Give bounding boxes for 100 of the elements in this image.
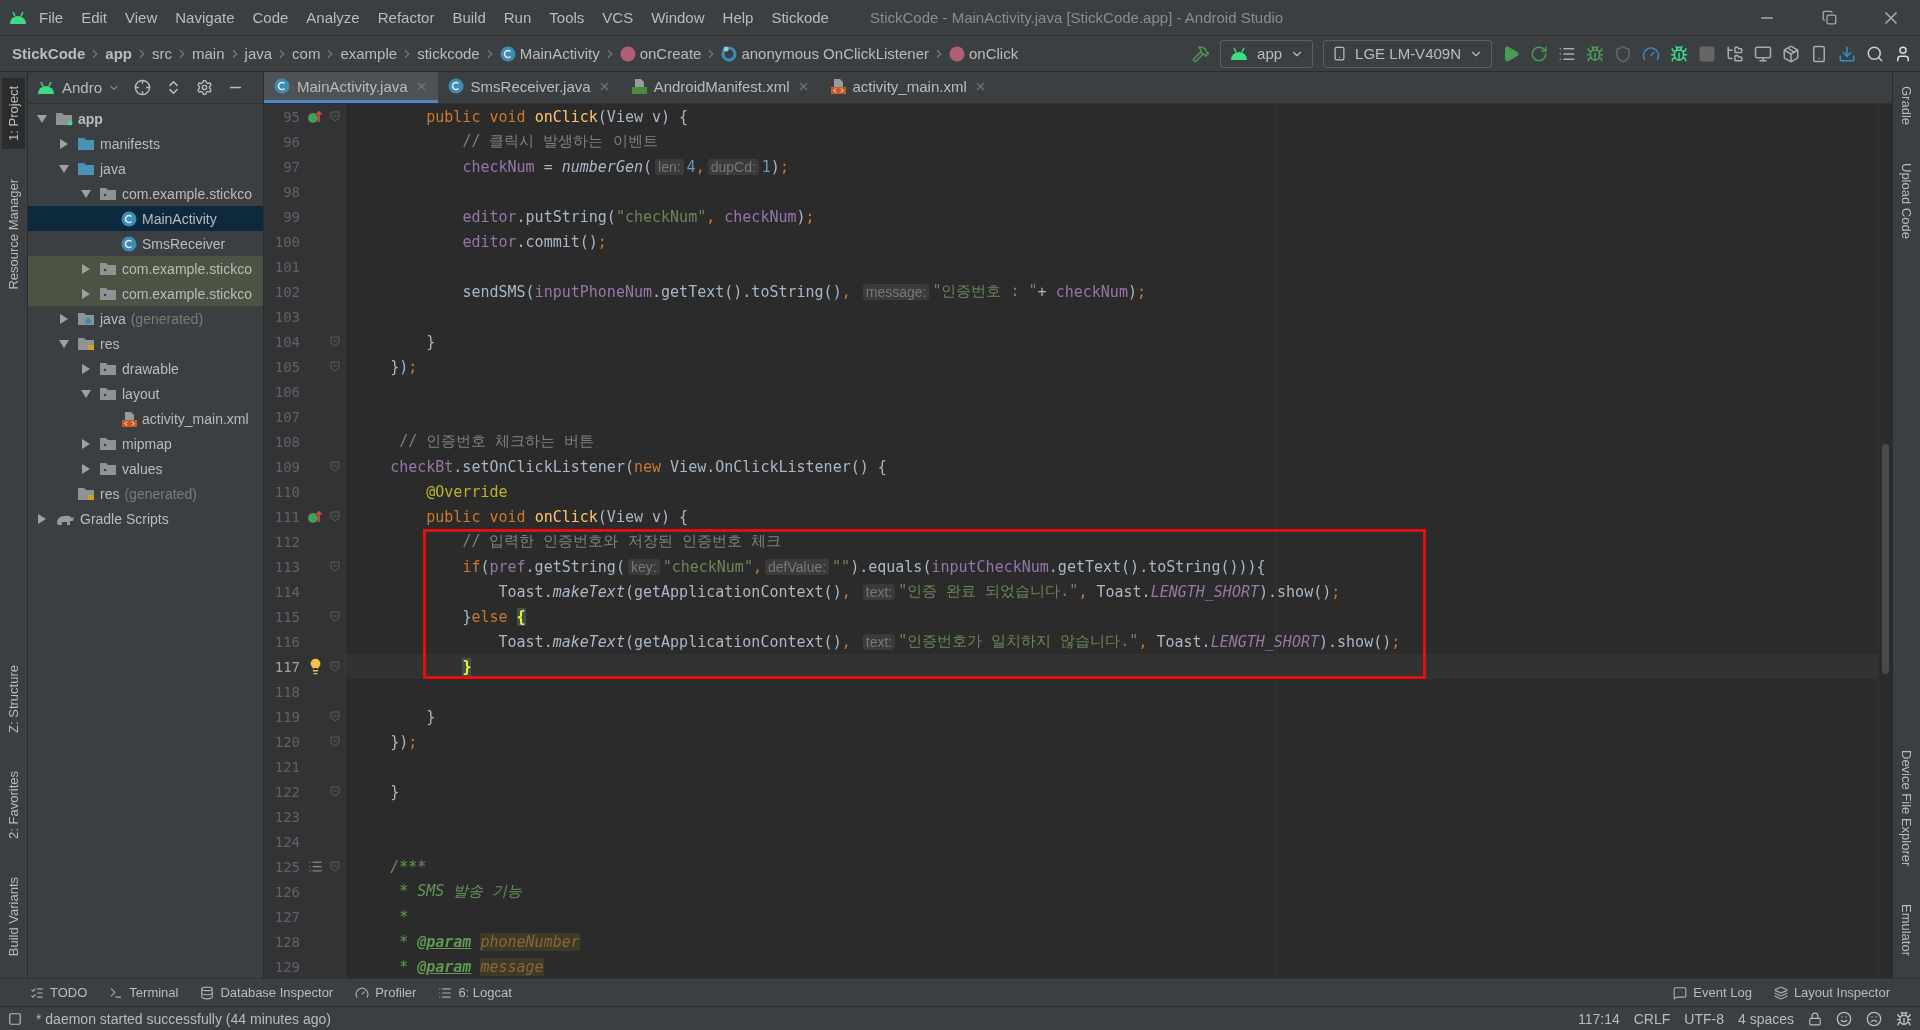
fold-marker-icon[interactable] bbox=[330, 786, 340, 797]
settings-icon[interactable] bbox=[196, 79, 214, 96]
lock-icon[interactable] bbox=[1808, 1011, 1822, 1026]
collapse-arrow-icon[interactable] bbox=[80, 262, 92, 275]
tool-window-button[interactable]: Profiler bbox=[355, 985, 417, 1000]
profiler-icon[interactable] bbox=[1642, 44, 1660, 63]
breadcrumb[interactable]: stickcode bbox=[417, 45, 480, 62]
tool-window-tab[interactable]: Z: Structure bbox=[2, 656, 25, 741]
expand-arrow-icon[interactable] bbox=[58, 162, 70, 175]
menu-item[interactable]: Build bbox=[445, 5, 493, 30]
tool-window-tab[interactable]: Resource Manager bbox=[2, 170, 25, 298]
search-icon[interactable] bbox=[1866, 44, 1884, 63]
editor-tab[interactable]: activity_main.xml bbox=[819, 72, 997, 103]
tree-row[interactable]: SmsReceiver bbox=[28, 231, 263, 256]
status-item[interactable]: CRLF bbox=[1633, 1010, 1671, 1027]
collapse-arrow-icon[interactable] bbox=[58, 312, 70, 325]
fold-marker-icon[interactable] bbox=[330, 861, 340, 872]
device-dropdown[interactable]: LGE LM-V409N bbox=[1323, 39, 1492, 68]
breadcrumb[interactable]: anonymous OnClickListener bbox=[721, 45, 929, 62]
tree-row[interactable]: java bbox=[28, 156, 263, 181]
expand-arrow-icon[interactable] bbox=[36, 112, 48, 125]
tree-row[interactable]: java (generated) bbox=[28, 306, 263, 331]
collapse-arrow-icon[interactable] bbox=[80, 362, 92, 375]
menu-item[interactable]: Navigate bbox=[168, 5, 242, 30]
tree-row[interactable]: com.example.stickco bbox=[28, 281, 263, 306]
menu-item[interactable]: VCS bbox=[595, 5, 641, 30]
tool-window-tab[interactable]: Gradle bbox=[1895, 78, 1918, 134]
documentation-icon[interactable] bbox=[307, 859, 323, 874]
expand-arrow-icon[interactable] bbox=[80, 187, 92, 200]
tool-window-button[interactable]: Layout Inspector bbox=[1773, 985, 1890, 1000]
user-icon[interactable] bbox=[1894, 44, 1912, 63]
tool-window-button[interactable]: Database Inspector bbox=[200, 985, 334, 1000]
fold-marker-icon[interactable] bbox=[330, 661, 340, 672]
tree-row[interactable]: MainActivity bbox=[28, 206, 263, 231]
menu-item[interactable]: Help bbox=[715, 5, 761, 30]
apply-changes-icon[interactable] bbox=[1530, 44, 1548, 63]
tree-row[interactable]: com.example.stickco bbox=[28, 256, 263, 281]
fold-marker-icon[interactable] bbox=[330, 111, 340, 122]
restore-icon[interactable] bbox=[1821, 10, 1837, 25]
tree-row[interactable]: values bbox=[28, 456, 263, 481]
tool-window-tab[interactable]: Emulator bbox=[1895, 895, 1918, 964]
menu-item[interactable]: Code bbox=[245, 5, 296, 30]
tree-row[interactable]: res bbox=[28, 331, 263, 356]
breadcrumb[interactable]: StickCode bbox=[12, 45, 86, 62]
scrollbar-thumb[interactable] bbox=[1882, 444, 1889, 674]
tree-row[interactable]: com.example.stickco bbox=[28, 181, 263, 206]
collapse-arrow-icon[interactable] bbox=[80, 437, 92, 450]
tree-row[interactable]: layout bbox=[28, 381, 263, 406]
project-view-dropdown[interactable]: Andro bbox=[62, 79, 103, 96]
package-icon[interactable] bbox=[1782, 44, 1800, 63]
tree-row[interactable]: manifests bbox=[28, 131, 263, 156]
tool-window-tab[interactable]: Build Variants bbox=[2, 868, 25, 964]
monitor-icon[interactable] bbox=[1754, 44, 1772, 63]
editor-tab[interactable]: SmsReceiver.java bbox=[437, 72, 621, 103]
run-config-dropdown[interactable]: app bbox=[1220, 39, 1314, 68]
breadcrumb[interactable]: src bbox=[152, 45, 173, 62]
editor-tab[interactable]: AndroidManifest.xml bbox=[620, 72, 820, 103]
collapse-arrow-icon[interactable] bbox=[80, 462, 92, 475]
status-item[interactable]: 117:14 bbox=[1577, 1010, 1620, 1027]
frown-icon[interactable] bbox=[1866, 1010, 1882, 1027]
menu-item[interactable]: File bbox=[32, 5, 71, 30]
breadcrumb[interactable]: main bbox=[192, 45, 225, 62]
breadcrumb[interactable]: onCreate bbox=[619, 45, 702, 62]
tree-row[interactable]: drawable bbox=[28, 356, 263, 381]
tree-row[interactable]: res (generated) bbox=[28, 481, 263, 506]
tree-row[interactable]: activity_main.xml bbox=[28, 406, 263, 431]
menu-item[interactable]: Edit bbox=[74, 5, 115, 30]
bug-icon[interactable] bbox=[1896, 1010, 1912, 1027]
menu-item[interactable]: View bbox=[118, 5, 165, 30]
crosshair-icon[interactable] bbox=[134, 79, 152, 96]
fold-marker-icon[interactable] bbox=[330, 336, 340, 347]
fold-marker-icon[interactable] bbox=[330, 736, 340, 747]
fold-marker-icon[interactable] bbox=[330, 561, 340, 572]
tool-window-tab[interactable]: Upload Code bbox=[1895, 155, 1918, 247]
folder-icon[interactable] bbox=[1726, 44, 1744, 63]
tool-window-button[interactable]: Terminal bbox=[109, 985, 179, 1000]
tree-row[interactable]: Gradle Scripts bbox=[28, 506, 263, 531]
fold-marker-icon[interactable] bbox=[330, 461, 340, 472]
override-marker-icon[interactable] bbox=[307, 509, 323, 524]
fold-marker-icon[interactable] bbox=[330, 511, 340, 522]
breadcrumb[interactable]: MainActivity bbox=[499, 45, 600, 62]
fold-marker-icon[interactable] bbox=[330, 611, 340, 622]
breadcrumb[interactable]: example bbox=[340, 45, 398, 62]
collapse-arrow-icon[interactable] bbox=[80, 287, 92, 300]
breadcrumb[interactable]: onClick bbox=[949, 45, 1019, 62]
device-manager-icon[interactable] bbox=[1810, 44, 1828, 63]
tool-window-tab[interactable]: Device File Explorer bbox=[1895, 741, 1918, 874]
breadcrumb[interactable]: java bbox=[244, 45, 273, 62]
editor-tab[interactable]: MainActivity.java bbox=[264, 72, 438, 103]
menu-item[interactable]: Run bbox=[496, 5, 539, 30]
collapse-arrow-icon[interactable] bbox=[58, 137, 70, 150]
menu-item[interactable]: Tools bbox=[542, 5, 592, 30]
breadcrumb[interactable]: com bbox=[292, 45, 321, 62]
tree-row[interactable]: app bbox=[28, 106, 263, 131]
tree-row[interactable]: mipmap bbox=[28, 431, 263, 456]
menu-item[interactable]: Analyze bbox=[299, 5, 367, 30]
panel-toggle-icon[interactable] bbox=[8, 1011, 22, 1026]
menu-item[interactable]: Refactor bbox=[370, 5, 442, 30]
tool-window-button[interactable]: 6: Logcat bbox=[438, 985, 512, 1000]
hammer-icon[interactable] bbox=[1192, 44, 1211, 63]
